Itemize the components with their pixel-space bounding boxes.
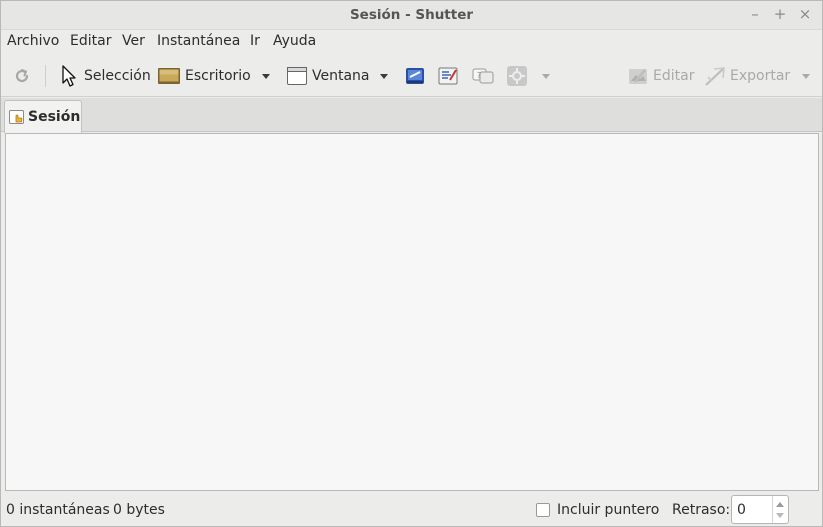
- tooltip-capture-button[interactable]: [437, 56, 459, 96]
- menu-ir[interactable]: Ir: [250, 33, 260, 49]
- menu-bar: Archivo Editar Ver Instantánea Ir Ayuda: [1, 30, 822, 54]
- plugin-button[interactable]: [506, 56, 528, 96]
- menu-ver[interactable]: Ver: [122, 33, 145, 49]
- cursor-arrow-icon: [59, 64, 79, 88]
- chevron-down-icon: [542, 73, 550, 79]
- status-bar: 0 instantáneas 0 bytes Incluir puntero R…: [1, 493, 822, 526]
- edit-image-icon: [627, 65, 649, 87]
- include-pointer-checkbox[interactable]: [536, 503, 550, 517]
- desktop-dropdown-button[interactable]: [262, 56, 270, 96]
- selection-button[interactable]: Selección: [59, 56, 151, 96]
- snapshot-count: 0 instantáneas: [6, 502, 110, 518]
- session-view[interactable]: [5, 133, 819, 491]
- export-button[interactable]: Exportar: [704, 56, 790, 96]
- menu-instantanea[interactable]: Instantánea: [157, 33, 240, 49]
- web-capture-button[interactable]: ?: [471, 56, 495, 96]
- delay-spinner[interactable]: [731, 495, 789, 524]
- plugin-dropdown-button[interactable]: [542, 56, 550, 96]
- include-pointer-label[interactable]: Incluir puntero: [557, 502, 659, 518]
- window-icon: [286, 65, 308, 87]
- spin-down-icon[interactable]: [776, 513, 784, 518]
- desktop-label: Escritorio: [185, 68, 251, 84]
- redo-icon: [12, 66, 32, 86]
- menu-editar[interactable]: Editar: [70, 33, 111, 49]
- export-label: Exportar: [730, 68, 791, 84]
- total-size: 0 bytes: [113, 502, 165, 518]
- minimize-button[interactable]: –: [746, 5, 764, 23]
- svg-text:?: ?: [477, 71, 481, 80]
- selection-label: Selección: [84, 68, 151, 84]
- delay-label: Retraso:: [672, 502, 731, 518]
- tab-session-label: Sesión: [28, 109, 81, 125]
- redo-button[interactable]: [12, 56, 32, 96]
- delay-input[interactable]: [732, 496, 772, 523]
- close-button[interactable]: ×: [796, 5, 814, 23]
- web-capture-icon: ?: [471, 65, 495, 87]
- chevron-down-icon: [802, 73, 810, 79]
- app-window: Sesión - Shutter – + × Archivo Editar Ve…: [0, 0, 823, 527]
- session-hand-icon: [9, 109, 25, 125]
- desktop-icon: [157, 66, 181, 86]
- tooltip-capture-icon: [437, 65, 459, 87]
- window-label: Ventana: [312, 68, 370, 84]
- edit-label: Editar: [653, 68, 695, 84]
- menu-capture-button[interactable]: [404, 56, 426, 96]
- spin-up-icon[interactable]: [776, 502, 784, 507]
- delay-spin-buttons: [772, 496, 788, 523]
- window-dropdown-button[interactable]: [380, 56, 388, 96]
- window-button[interactable]: Ventana: [286, 56, 370, 96]
- toolbar-separator: [45, 65, 46, 87]
- chevron-down-icon: [380, 73, 388, 79]
- export-dropdown-button[interactable]: [802, 56, 810, 96]
- tab-session[interactable]: Sesión: [4, 100, 82, 133]
- toolbar: Selección Escritorio Ventana ? Editar Ex…: [1, 56, 822, 97]
- menu-ayuda[interactable]: Ayuda: [273, 33, 316, 49]
- edit-button[interactable]: Editar: [627, 56, 694, 96]
- menu-archivo[interactable]: Archivo: [7, 33, 59, 49]
- desktop-button[interactable]: Escritorio: [157, 56, 251, 96]
- chevron-down-icon: [262, 73, 270, 79]
- window-title: Sesión - Shutter: [349, 7, 474, 23]
- session-tab-strip: Sesión: [1, 98, 822, 133]
- export-plane-icon: [704, 65, 726, 87]
- maximize-button[interactable]: +: [771, 5, 789, 23]
- menu-capture-icon: [404, 65, 426, 87]
- title-bar: Sesión - Shutter – + ×: [1, 1, 822, 30]
- plugin-gear-icon: [506, 65, 528, 87]
